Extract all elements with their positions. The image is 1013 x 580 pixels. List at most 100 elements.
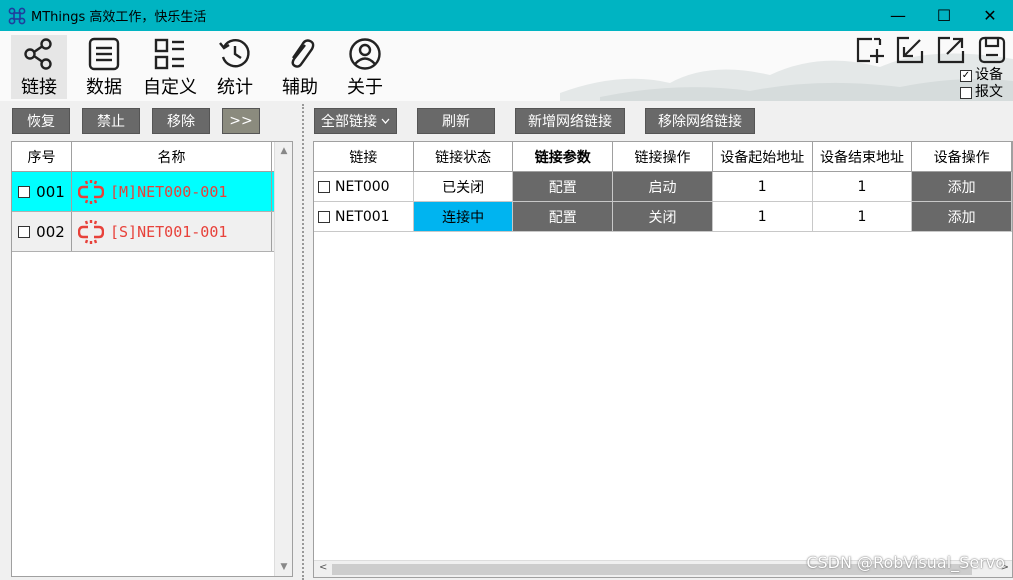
checkbox-icon [960,86,972,99]
row-name-cell: [S]NET001-001 [72,212,272,251]
app-logo-icon [8,7,26,24]
toolbar-link[interactable]: 链接 [11,35,67,99]
scroll-up-icon[interactable]: ▲ [275,146,293,156]
main-toolbar: 链接 数据 自定义 统计 辅助 关于 ✓ 设备 报文 [0,31,1013,101]
start-address-cell[interactable]: 1 [713,202,813,231]
table-row[interactable]: 001 [M]NET000-001 [12,172,292,212]
row-index: 001 [36,182,65,201]
device-checkbox[interactable]: ✓ 设备 [960,67,1003,84]
header-link-operation[interactable]: 链接操作 [613,142,713,171]
paperclip-icon [291,39,315,68]
broken-link-icon [78,179,104,204]
link-name-cell: NET000 [314,172,414,201]
chevron-down-icon [381,118,390,124]
row-name: [M]NET000-001 [110,182,228,201]
checkbox-icon[interactable] [18,225,31,238]
close-button[interactable]: ✕ [967,0,1013,31]
device-list-header: 序号 名称 [12,142,292,172]
end-address-cell[interactable]: 1 [813,202,913,231]
restore-button[interactable]: 恢复 [12,108,70,134]
start-button[interactable]: 启动 [613,172,713,201]
link-filter-label: 全部链接 [321,114,377,130]
toolbar-data-label: 数据 [86,77,122,98]
add-device-button[interactable]: 添加 [912,202,1012,231]
message-checkbox-label: 报文 [975,84,1003,100]
link-status-cell: 连接中 [413,202,514,231]
header-device-start-address[interactable]: 设备起始地址 [712,142,813,171]
table-row[interactable]: NET000 已关闭 配置 启动 1 1 添加 [314,172,1012,202]
vertical-scrollbar[interactable]: ▲ ▼ [274,142,292,576]
toolbar-stats-label: 统计 [217,77,253,98]
row-name: [S]NET001-001 [110,222,228,241]
grid-icon [154,38,184,70]
link-filter-dropdown[interactable]: 全部链接 [314,108,397,134]
view-options: ✓ 设备 报文 [960,67,1003,101]
shrink-icon[interactable] [895,35,925,65]
maximize-button[interactable]: ☐ [921,0,967,31]
toolbar-about[interactable]: 关于 [337,35,393,99]
expand-icon[interactable] [936,35,966,65]
minimize-button[interactable]: — [875,0,921,31]
header-name[interactable]: 名称 [72,142,272,171]
refresh-button[interactable]: 刷新 [417,108,495,134]
device-checkbox-label: 设备 [975,67,1003,83]
watermark: CSDN @RobVisual_Servo [806,553,1005,572]
toolbar-stats[interactable]: 统计 [207,35,263,99]
toolbar-data[interactable]: 数据 [76,35,132,99]
save-icon[interactable] [977,35,1007,65]
row-index-cell: 001 [12,172,72,211]
history-icon [219,39,250,68]
app-title: MThings 高效工作，快乐生活 [31,10,207,25]
checkbox-icon[interactable] [318,210,330,223]
remove-network-link-button[interactable]: 移除网络链接 [645,108,755,134]
disable-button[interactable]: 禁止 [82,108,140,134]
message-checkbox[interactable]: 报文 [960,84,1003,101]
title-bar: MThings 高效工作，快乐生活 — ☐ ✕ [0,0,1013,31]
user-icon [349,38,381,70]
add-window-icon[interactable] [854,35,884,65]
window-controls: — ☐ ✕ [875,0,1013,31]
header-link-params[interactable]: 链接参数 [513,142,614,171]
add-network-link-button[interactable]: 新增网络链接 [515,108,625,134]
row-index-cell: 002 [12,212,72,251]
panel-splitter[interactable] [302,104,304,580]
remove-button[interactable]: 移除 [152,108,210,134]
window-tools [854,35,1007,65]
toolbar-assist-label: 辅助 [282,77,318,98]
share-icon [24,38,52,70]
end-address-cell[interactable]: 1 [813,172,913,201]
toolbar-custom[interactable]: 自定义 [141,35,199,99]
left-action-bar: 恢复 禁止 移除 >> [12,108,260,134]
link-table: 链接 链接状态 链接参数 链接操作 设备起始地址 设备结束地址 设备操作 NET… [313,141,1013,578]
broken-link-icon [78,219,104,244]
header-device-end-address[interactable]: 设备结束地址 [812,142,913,171]
toolbar-assist[interactable]: 辅助 [272,35,328,99]
close-link-button[interactable]: 关闭 [613,202,713,231]
scroll-down-icon[interactable]: ▼ [275,562,293,572]
checkbox-icon[interactable] [318,180,330,193]
device-list-table: 序号 名称 001 [M]NET000-001 002 [S]NET001-00… [11,141,293,577]
header-link[interactable]: 链接 [314,142,414,171]
scroll-left-icon[interactable]: < [319,562,327,573]
header-device-operation[interactable]: 设备操作 [912,142,1012,171]
toolbar-about-label: 关于 [347,77,383,98]
config-button[interactable]: 配置 [513,172,614,201]
toolbar-link-label: 链接 [21,77,57,98]
row-index: 002 [36,222,65,241]
link-status-cell: 已关闭 [414,172,514,201]
table-row[interactable]: NET001 连接中 配置 关闭 1 1 添加 [314,202,1012,232]
table-row[interactable]: 002 [S]NET001-001 [12,212,292,252]
add-device-button[interactable]: 添加 [912,172,1012,201]
expand-panel-button[interactable]: >> [222,108,260,134]
start-address-cell[interactable]: 1 [713,172,813,201]
link-table-header: 链接 链接状态 链接参数 链接操作 设备起始地址 设备结束地址 设备操作 [314,142,1012,172]
header-link-status[interactable]: 链接状态 [413,142,514,171]
row-name-cell: [M]NET000-001 [72,172,272,211]
config-button[interactable]: 配置 [513,202,614,231]
list-icon [88,37,120,71]
header-index[interactable]: 序号 [12,142,72,171]
link-name-cell: NET001 [314,202,414,231]
checkbox-icon[interactable] [18,185,31,198]
checkbox-checked-icon: ✓ [960,69,972,82]
right-action-bar: 全部链接 刷新 新增网络链接 移除网络链接 [314,108,755,134]
